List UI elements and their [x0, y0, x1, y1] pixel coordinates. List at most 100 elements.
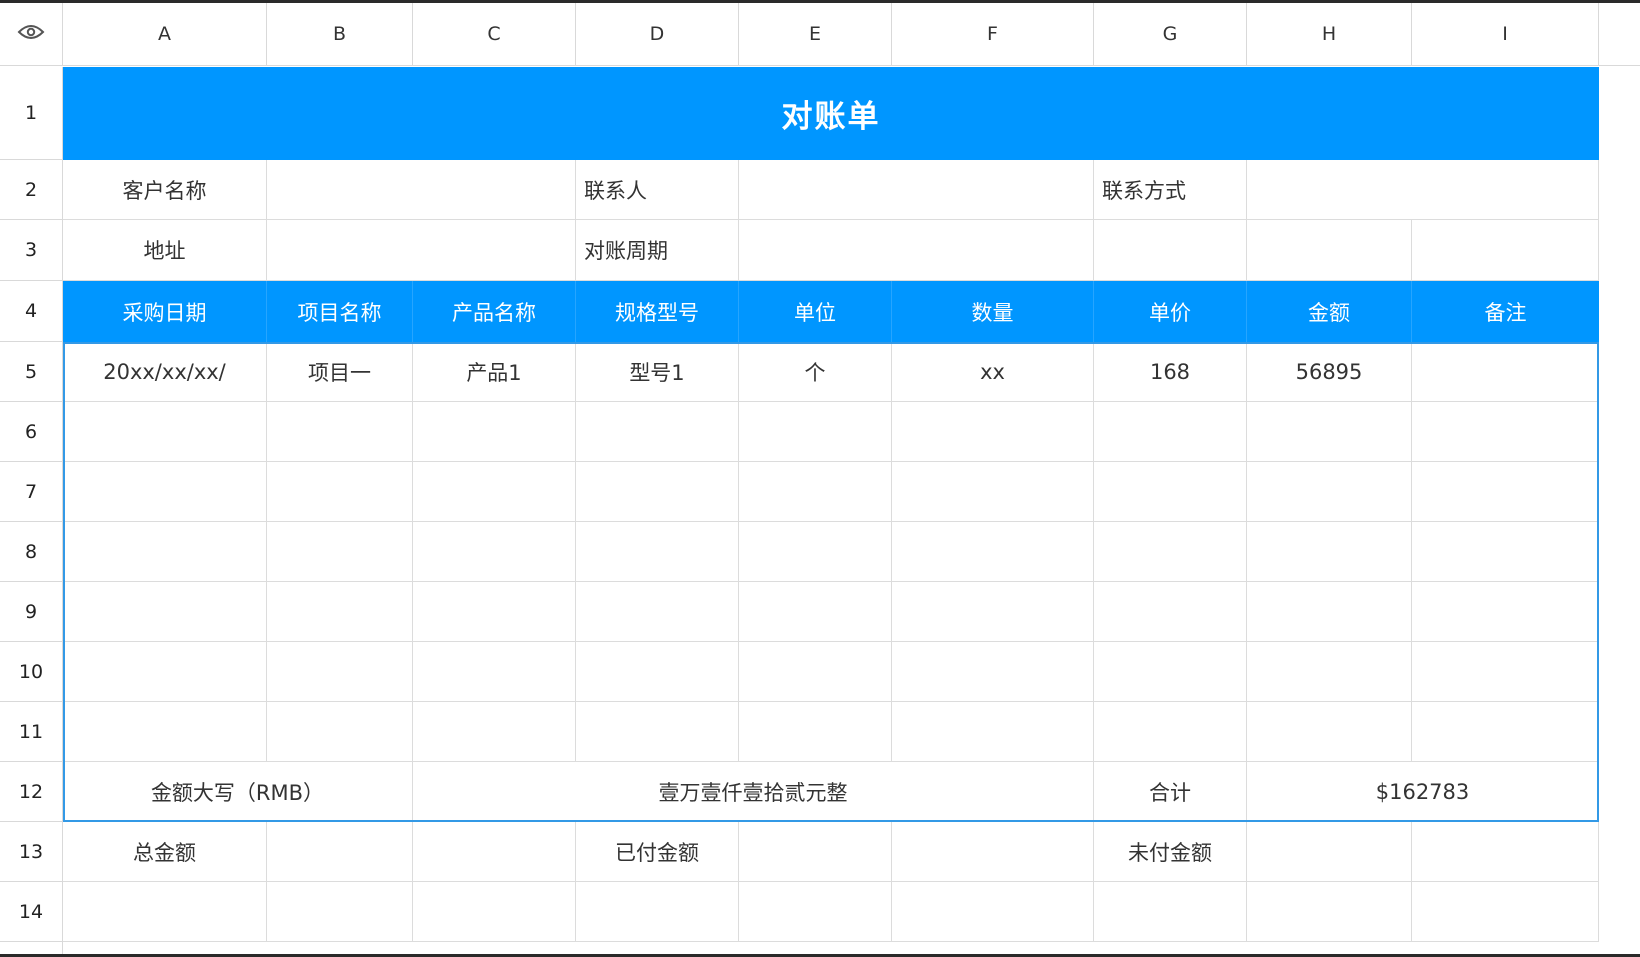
cell-f6[interactable] — [892, 402, 1094, 462]
cell-project-name[interactable]: 项目一 — [267, 342, 413, 402]
cell-f11[interactable] — [892, 702, 1094, 762]
total-value[interactable]: $162783 — [1247, 762, 1599, 822]
cell-i9[interactable] — [1412, 582, 1599, 642]
column-header-g[interactable]: G — [1094, 3, 1247, 66]
header-unit[interactable]: 单位 — [739, 281, 892, 342]
cell-h11[interactable] — [1247, 702, 1412, 762]
cell-f14[interactable] — [892, 882, 1094, 942]
contact-label[interactable]: 联系人 — [576, 160, 739, 220]
cell-f13[interactable] — [892, 822, 1094, 882]
cell-unit[interactable]: 个 — [739, 342, 892, 402]
amount-in-words-value[interactable]: 壹万壹仟壹拾贰元整 — [413, 762, 1094, 822]
cell-f7[interactable] — [892, 462, 1094, 522]
cell-i7[interactable] — [1412, 462, 1599, 522]
cell-g3[interactable] — [1094, 220, 1247, 281]
row-header-3[interactable]: 3 — [0, 220, 63, 281]
cell-h14[interactable] — [1247, 882, 1412, 942]
cell-a9[interactable] — [63, 582, 267, 642]
row-header-8[interactable]: 8 — [0, 522, 63, 582]
cell-purchase-date[interactable]: 20xx/xx/xx/ — [63, 342, 267, 402]
total-amount-label[interactable]: 总金额 — [63, 822, 267, 882]
column-header-i[interactable]: I — [1412, 3, 1599, 66]
cell-a8[interactable] — [63, 522, 267, 582]
column-header-h[interactable]: H — [1247, 3, 1412, 66]
address-value[interactable] — [267, 220, 576, 281]
cell-d7[interactable] — [576, 462, 739, 522]
column-header-d[interactable]: D — [576, 3, 739, 66]
sheet-title[interactable]: 对账单 — [63, 67, 1599, 160]
cell-g11[interactable] — [1094, 702, 1247, 762]
cell-d10[interactable] — [576, 642, 739, 702]
contact-value[interactable] — [739, 160, 1094, 220]
cell-a10[interactable] — [63, 642, 267, 702]
cell-i6[interactable] — [1412, 402, 1599, 462]
cell-h3[interactable] — [1247, 220, 1412, 281]
cell-c14[interactable] — [413, 882, 576, 942]
column-header-c[interactable]: C — [413, 3, 576, 66]
cell-d8[interactable] — [576, 522, 739, 582]
cell-c6[interactable] — [413, 402, 576, 462]
header-product-name[interactable]: 产品名称 — [413, 281, 576, 342]
cell-c9[interactable] — [413, 582, 576, 642]
cell-b10[interactable] — [267, 642, 413, 702]
cell-f10[interactable] — [892, 642, 1094, 702]
period-label[interactable]: 对账周期 — [576, 220, 739, 281]
row-header-13[interactable]: 13 — [0, 822, 63, 882]
cell-a6[interactable] — [63, 402, 267, 462]
header-remarks[interactable]: 备注 — [1412, 281, 1599, 342]
cell-g10[interactable] — [1094, 642, 1247, 702]
cell-a11[interactable] — [63, 702, 267, 762]
cell-h7[interactable] — [1247, 462, 1412, 522]
header-purchase-date[interactable]: 采购日期 — [63, 281, 267, 342]
cell-e6[interactable] — [739, 402, 892, 462]
cell-h9[interactable] — [1247, 582, 1412, 642]
cell-e11[interactable] — [739, 702, 892, 762]
column-header-f[interactable]: F — [892, 3, 1094, 66]
cell-a14[interactable] — [63, 882, 267, 942]
cell-quantity[interactable]: xx — [892, 342, 1094, 402]
contact-method-label[interactable]: 联系方式 — [1094, 160, 1247, 220]
cell-g6[interactable] — [1094, 402, 1247, 462]
cell-i3[interactable] — [1412, 220, 1599, 281]
cell-i14[interactable] — [1412, 882, 1599, 942]
cell-c13[interactable] — [413, 822, 576, 882]
column-header-e[interactable]: E — [739, 3, 892, 66]
period-value[interactable] — [739, 220, 1094, 281]
row-header-5[interactable]: 5 — [0, 342, 63, 402]
cell-c8[interactable] — [413, 522, 576, 582]
row-header-9[interactable]: 9 — [0, 582, 63, 642]
row-header-2[interactable]: 2 — [0, 160, 63, 220]
cell-g14[interactable] — [1094, 882, 1247, 942]
cell-i8[interactable] — [1412, 522, 1599, 582]
visibility-toggle[interactable] — [0, 3, 63, 66]
cell-spec-model[interactable]: 型号1 — [576, 342, 739, 402]
cell-g9[interactable] — [1094, 582, 1247, 642]
row-header-7[interactable]: 7 — [0, 462, 63, 522]
cell-c10[interactable] — [413, 642, 576, 702]
cell-h6[interactable] — [1247, 402, 1412, 462]
header-project-name[interactable]: 项目名称 — [267, 281, 413, 342]
cell-e7[interactable] — [739, 462, 892, 522]
cell-e13[interactable] — [739, 822, 892, 882]
address-label[interactable]: 地址 — [63, 220, 267, 281]
unpaid-amount-label[interactable]: 未付金额 — [1094, 822, 1247, 882]
row-header-14[interactable]: 14 — [0, 882, 63, 942]
paid-amount-label[interactable]: 已付金额 — [576, 822, 739, 882]
cell-f8[interactable] — [892, 522, 1094, 582]
cell-i11[interactable] — [1412, 702, 1599, 762]
header-quantity[interactable]: 数量 — [892, 281, 1094, 342]
row-header-6[interactable]: 6 — [0, 402, 63, 462]
cell-d6[interactable] — [576, 402, 739, 462]
header-unit-price[interactable]: 单价 — [1094, 281, 1247, 342]
cell-e14[interactable] — [739, 882, 892, 942]
row-header-4[interactable]: 4 — [0, 281, 63, 342]
cell-g7[interactable] — [1094, 462, 1247, 522]
customer-name-label[interactable]: 客户名称 — [63, 160, 267, 220]
cell-remarks[interactable] — [1412, 342, 1599, 402]
row-header-10[interactable]: 10 — [0, 642, 63, 702]
total-label[interactable]: 合计 — [1094, 762, 1247, 822]
cell-f9[interactable] — [892, 582, 1094, 642]
cell-c11[interactable] — [413, 702, 576, 762]
cell-c7[interactable] — [413, 462, 576, 522]
header-spec-model[interactable]: 规格型号 — [576, 281, 739, 342]
